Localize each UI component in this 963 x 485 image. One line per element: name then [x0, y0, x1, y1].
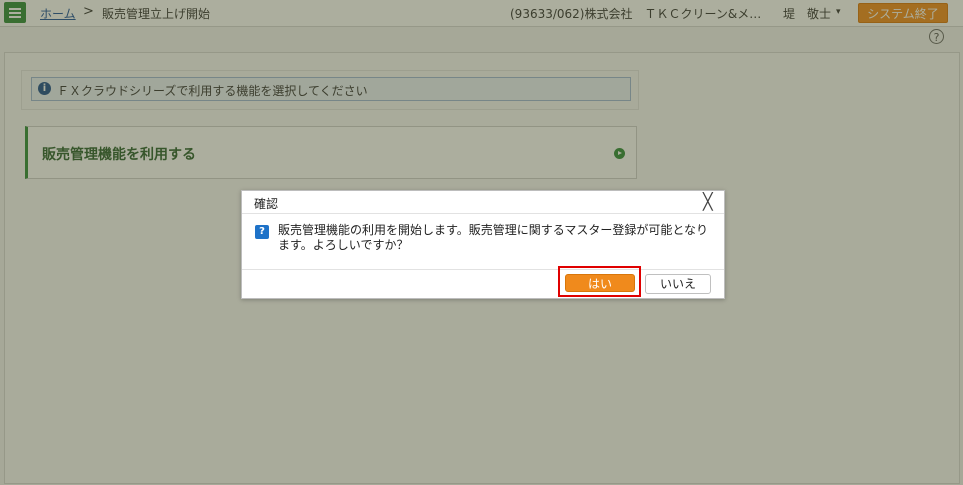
dialog-title: 確認 [254, 197, 279, 211]
confirm-dialog: 確認 ╳ ? 販売管理機能の利用を開始します。販売管理に関するマスター登録が可能… [241, 190, 725, 299]
dialog-footer-divider [242, 269, 724, 270]
question-icon: ? [255, 225, 269, 239]
dialog-divider [242, 213, 724, 214]
yes-button[interactable]: はい [565, 274, 635, 292]
dialog-message: 販売管理機能の利用を開始します。販売管理に関するマスター登録が可能となります。よ… [278, 223, 708, 252]
close-icon[interactable]: ╳ [703, 193, 713, 211]
no-button[interactable]: いいえ [645, 274, 711, 294]
